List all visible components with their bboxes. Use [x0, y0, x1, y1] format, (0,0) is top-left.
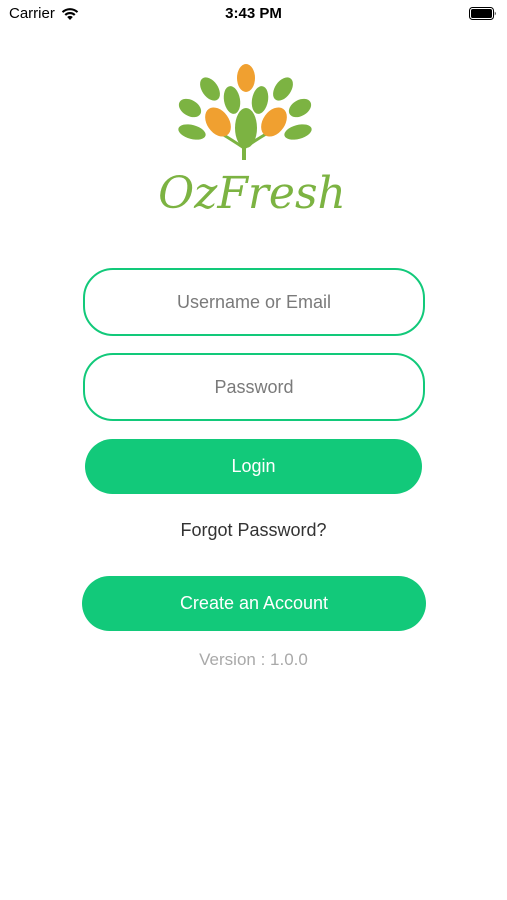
forgot-password-link[interactable]: Forgot Password? — [0, 520, 507, 541]
password-field[interactable] — [83, 353, 425, 421]
create-account-button[interactable]: Create an Account — [82, 576, 426, 631]
ozfresh-logo: OzFresh — [160, 60, 345, 220]
login-screen: Carrier 3:43 PM OzFresh Username or Emai… — [0, 0, 507, 900]
version-label: Version : 1.0.0 — [199, 650, 308, 669]
username-input[interactable] — [85, 270, 423, 334]
logo-wordmark: OzFresh — [160, 168, 345, 219]
username-field[interactable] — [83, 268, 425, 336]
status-bar: Carrier 3:43 PM — [0, 0, 507, 28]
status-time: 3:43 PM — [225, 5, 282, 22]
login-button[interactable]: Login — [85, 439, 422, 494]
password-input[interactable] — [85, 355, 423, 419]
battery-icon — [469, 7, 497, 20]
